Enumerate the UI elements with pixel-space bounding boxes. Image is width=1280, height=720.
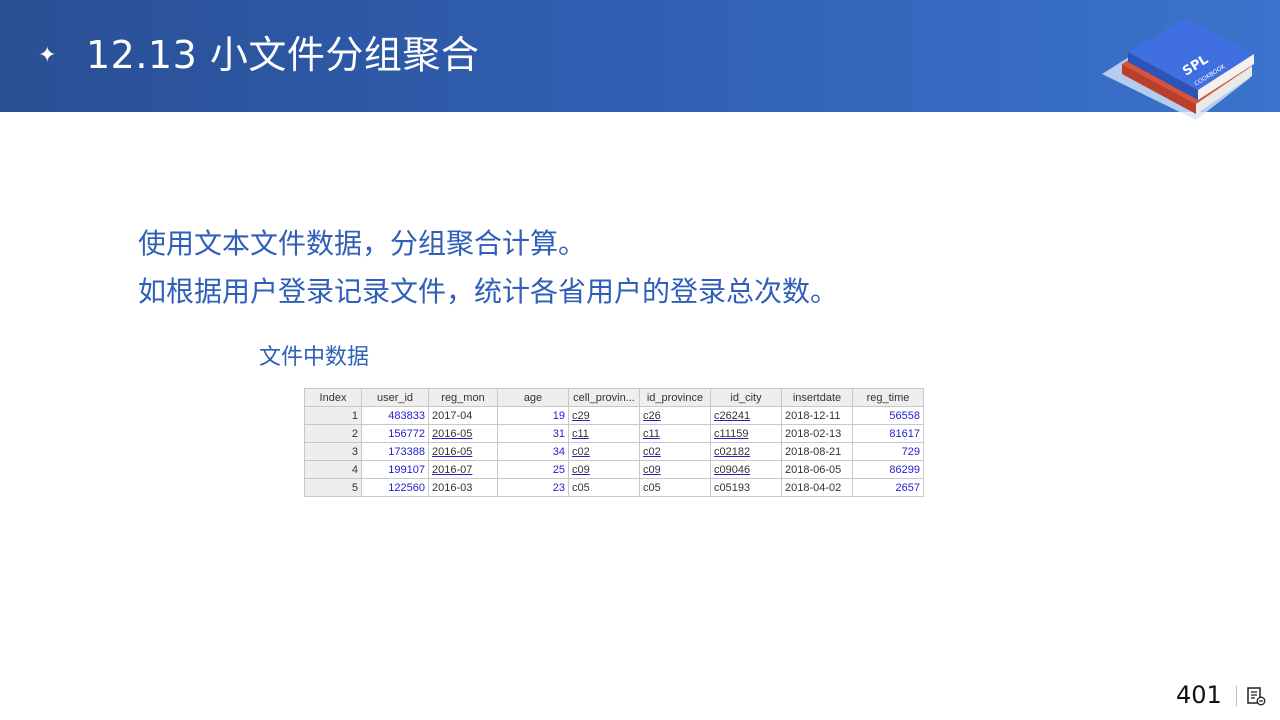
footer-divider <box>1236 686 1237 706</box>
intro-line-2: 如根据用户登录记录文件，统计各省用户的登录总次数。 <box>138 275 839 308</box>
table-row: 3 173388 2016-05 34 c02 c02 c02182 2018-… <box>304 442 924 461</box>
cell-reg-time: 86299 <box>852 460 924 479</box>
col-header-reg-time: reg_time <box>852 388 924 407</box>
cell-id-city: c05193 <box>710 478 782 497</box>
spl-cookbook-logo: SPL COOKBOOK <box>1102 18 1254 120</box>
table-crop-mask <box>300 499 940 539</box>
col-header-id-city: id_city <box>710 388 782 407</box>
cell-id-province: c05 <box>639 478 711 497</box>
cell-user-id: 156772 <box>361 424 429 443</box>
cell-reg-mon: 2016-03 <box>428 478 498 497</box>
col-header-id-province: id_province <box>639 388 711 407</box>
cell-id-city: c09046 <box>710 460 782 479</box>
cell-id-province: c09 <box>639 460 711 479</box>
cell-user-id: 199107 <box>361 460 429 479</box>
intro-line-1: 使用文本文件数据，分组聚合计算。 <box>138 227 587 260</box>
cell-index: 4 <box>304 460 362 479</box>
cell-insertdate: 2018-12-11 <box>781 406 853 425</box>
cell-index: 2 <box>304 424 362 443</box>
title-banner: ✦ 12.13 小文件分组聚合 SPL COOKBOOK <box>0 0 1280 120</box>
file-data-table: Index user_id reg_mon age cell_provin...… <box>304 388 924 497</box>
col-header-user-id: user_id <box>361 388 429 407</box>
cell-user-id: 483833 <box>361 406 429 425</box>
table-row: 1 483833 2017-04 19 c29 c26 c26241 2018-… <box>304 406 924 425</box>
cell-reg-time: 81617 <box>852 424 924 443</box>
cell-user-id: 122560 <box>361 478 429 497</box>
sparkle-icon: ✦ <box>38 43 57 68</box>
cell-id-province: c02 <box>639 442 711 461</box>
intro-text: 使用文本文件数据，分组聚合计算。 如根据用户登录记录文件，统计各省用户的登录总次… <box>138 220 838 316</box>
table-header-row: Index user_id reg_mon age cell_provin...… <box>304 388 924 407</box>
cell-user-id: 173388 <box>361 442 429 461</box>
table-row: 5 122560 2016-03 23 c05 c05 c05193 2018-… <box>304 478 924 497</box>
cell-insertdate: 2018-02-13 <box>781 424 853 443</box>
cell-reg-time: 56558 <box>852 406 924 425</box>
cell-cell-province: c05 <box>568 478 640 497</box>
cell-insertdate: 2018-06-05 <box>781 460 853 479</box>
table-row: 4 199107 2016-07 25 c09 c09 c09046 2018-… <box>304 460 924 479</box>
table-row: 2 156772 2016-05 31 c11 c11 c11159 2018-… <box>304 424 924 443</box>
cell-id-city: c11159 <box>710 424 782 443</box>
cell-insertdate: 2018-08-21 <box>781 442 853 461</box>
cell-reg-mon: 2016-05 <box>428 424 498 443</box>
cell-age: 34 <box>497 442 569 461</box>
col-header-cell-province: cell_provin... <box>568 388 640 407</box>
cell-id-city: c02182 <box>710 442 782 461</box>
cell-index: 3 <box>304 442 362 461</box>
cell-age: 31 <box>497 424 569 443</box>
cell-cell-province: c11 <box>568 424 640 443</box>
cell-cell-province: c29 <box>568 406 640 425</box>
cell-reg-mon: 2016-05 <box>428 442 498 461</box>
cell-id-city: c26241 <box>710 406 782 425</box>
cell-age: 19 <box>497 406 569 425</box>
col-header-reg-mon: reg_mon <box>428 388 498 407</box>
cell-reg-mon: 2017-04 <box>428 406 498 425</box>
cell-id-province: c11 <box>639 424 711 443</box>
slide-title: 12.13 小文件分组聚合 <box>86 33 480 77</box>
col-header-index: Index <box>304 388 362 407</box>
notes-icon[interactable] <box>1246 686 1266 706</box>
cell-age: 23 <box>497 478 569 497</box>
cell-id-province: c26 <box>639 406 711 425</box>
cell-cell-province: c02 <box>568 442 640 461</box>
cell-reg-mon: 2016-07 <box>428 460 498 479</box>
table-caption: 文件中数据 <box>259 345 370 370</box>
col-header-age: age <box>497 388 569 407</box>
cell-reg-time: 729 <box>852 442 924 461</box>
cell-index: 1 <box>304 406 362 425</box>
cell-cell-province: c09 <box>568 460 640 479</box>
cell-age: 25 <box>497 460 569 479</box>
cell-insertdate: 2018-04-02 <box>781 478 853 497</box>
cell-index: 5 <box>304 478 362 497</box>
page-number: 401 <box>1176 681 1222 709</box>
col-header-insertdate: insertdate <box>781 388 853 407</box>
cell-reg-time: 2657 <box>852 478 924 497</box>
